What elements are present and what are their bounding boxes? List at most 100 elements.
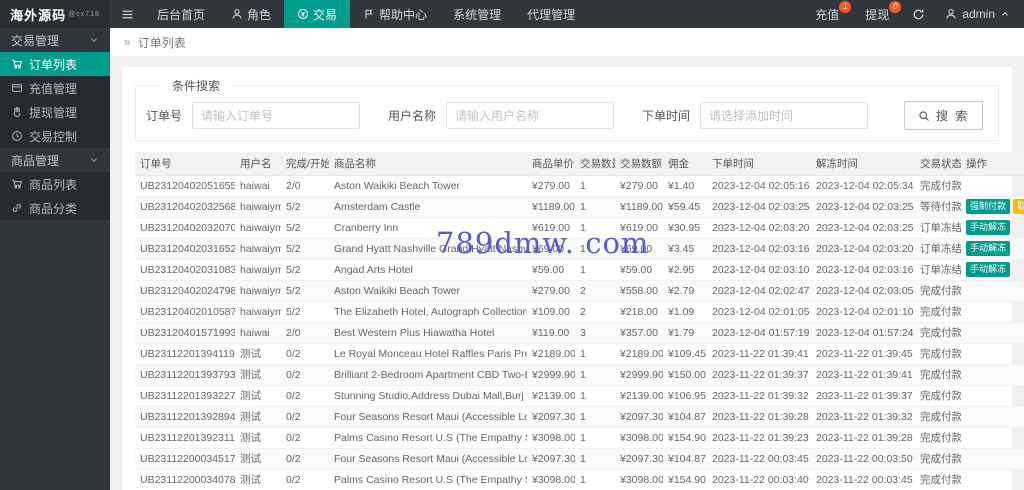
sidebar-item-product-list[interactable]: 商品列表 [0, 172, 110, 196]
cell-quantity: 1 [575, 427, 615, 449]
cell-unit-price: ¥3098.00 [527, 469, 575, 490]
order-no-input[interactable] [192, 102, 361, 129]
cell-progress: 0/2 [281, 469, 329, 490]
refresh-icon[interactable] [902, 0, 935, 28]
order-time-input[interactable] [700, 102, 869, 129]
cell-product-name: Amsterdam Castle [329, 196, 527, 218]
cell-username: haiwaiym [235, 196, 281, 218]
cell-order-no: UB2312040203165287 [135, 238, 235, 260]
cell-status: 订单冻结 [915, 259, 961, 281]
cell-status: 完成付款 [915, 427, 961, 449]
username-input[interactable] [446, 102, 615, 129]
cell-unfreeze-time: 2023-11-22 01:39:28 [811, 427, 915, 449]
cell-unit-price: ¥109.00 [527, 301, 575, 323]
cell-username: 测试 [235, 343, 281, 365]
cell-actions [961, 280, 1024, 302]
cell-commission: ¥106.95 [663, 385, 707, 407]
table-row: UB2311220139289469测试0/2Four Seasons Reso… [135, 406, 1024, 428]
recharge-label: 充值 [815, 7, 840, 22]
cell-order-time: 2023-12-04 02:03:20 [707, 217, 811, 239]
cell-username: 测试 [235, 427, 281, 449]
cell-unit-price: ¥2189.00 [527, 343, 575, 365]
flag-icon [363, 8, 375, 20]
cell-product-name: Palms Casino Resort U.S (The Empathy Sui… [329, 427, 527, 449]
cell-username: haiwaiym [235, 301, 281, 323]
cell-product-name: The Elizabeth Hotel, Autograph Collectio… [329, 301, 527, 323]
table-row: UB2312040205165520haiwai2/0Aston Waikiki… [135, 175, 1024, 197]
nav-item-home[interactable]: 后台首页 [144, 0, 218, 28]
cell-commission: ¥59.45 [663, 196, 707, 218]
cancel-order-button[interactable]: 取消订单 [1013, 198, 1024, 215]
main-content: » 订单列表 条件搜索 订单号 用户名称 下单时间 [110, 28, 1024, 490]
cell-username: haiwai [235, 175, 281, 197]
force-pay-button[interactable]: 强制付款 [966, 198, 1011, 215]
cell-progress: 5/2 [281, 217, 329, 239]
table-row: UB2311220139379307测试0/2Brilliant 2-Bedro… [135, 364, 1024, 386]
cell-amount: ¥1189.00 [615, 196, 663, 218]
cell-product-name: Brilliant 2-Bedroom Apartment CBD Two-Be… [329, 364, 527, 386]
user-menu[interactable]: admin [935, 0, 1024, 28]
cell-unfreeze-time: 2023-11-22 01:39:41 [811, 364, 915, 386]
nav-item-trade[interactable]: 交易 [284, 0, 351, 28]
cell-username: 测试 [235, 469, 281, 490]
sidebar-item-product-category[interactable]: 商品分类 [0, 196, 110, 220]
cell-progress: 5/2 [281, 259, 329, 281]
manual-unfreeze-button[interactable]: 手动解冻 [966, 240, 1011, 257]
cell-unfreeze-time: 2023-12-04 02:03:16 [811, 259, 915, 281]
cell-commission: ¥1.79 [663, 322, 707, 344]
withdraw-link[interactable]: 提现 0 [852, 0, 902, 28]
cell-amount: ¥357.00 [615, 322, 663, 344]
search-panel-legend: 条件搜索 [172, 79, 221, 93]
table-row: UB2311220139231169测试0/2Palms Casino Reso… [135, 427, 1024, 449]
person-icon [231, 8, 243, 20]
sidebar-item-transaction-control[interactable]: 交易控制 [0, 124, 110, 148]
orders-table-body: UB2312040205165520haiwai2/0Aston Waikiki… [135, 175, 1024, 490]
recharge-badge: 1 [839, 1, 852, 13]
nav-item-agent-management[interactable]: 代理管理 [514, 0, 588, 28]
sidebar-item-withdraw-management[interactable]: 提现管理 [0, 100, 110, 124]
sidebar-item-recharge-management[interactable]: 充值管理 [0, 76, 110, 100]
recharge-link[interactable]: 充值 1 [802, 0, 852, 28]
cell-commission: ¥3.45 [663, 238, 707, 260]
nav-item-roles[interactable]: 角色 [218, 0, 284, 28]
cell-order-time: 2023-12-04 02:03:25 [707, 196, 811, 218]
hamburger-menu-icon[interactable] [110, 0, 144, 28]
cell-order-time: 2023-12-04 02:03:10 [707, 259, 811, 281]
search-button[interactable]: 搜 索 [904, 101, 984, 130]
cell-order-no: UB2312040203207046 [135, 217, 235, 239]
table-row: UB2312040157199331haiwai2/0Best Western … [135, 322, 1024, 344]
nav-item-system-management[interactable]: 系统管理 [440, 0, 514, 28]
sidebar-item-order-list[interactable]: 订单列表 [0, 52, 110, 76]
table-row: UB2311220003451782测试0/2Four Seasons Reso… [135, 448, 1024, 470]
top-navigation: 后台首页 角色 交易 帮助中心 系统管理 代理管理 [144, 0, 588, 28]
cell-order-time: 2023-11-22 01:39:32 [707, 385, 811, 407]
cell-quantity: 1 [575, 175, 615, 197]
withdraw-label: 提现 [865, 7, 890, 22]
col-username: 用户名 [235, 152, 281, 176]
nav-item-label: 系统管理 [453, 7, 502, 22]
manual-unfreeze-button[interactable]: 手动解冻 [966, 219, 1011, 236]
cell-actions [961, 301, 1024, 323]
cell-unfreeze-time: 2023-12-04 01:57:24 [811, 322, 915, 344]
nav-item-help-center[interactable]: 帮助中心 [350, 0, 440, 28]
cell-amount: ¥2097.30 [615, 448, 663, 470]
cell-commission: ¥2.95 [663, 259, 707, 281]
cell-actions: 强制付款取消订单 [961, 196, 1024, 218]
cell-status: 订单冻结 [915, 217, 961, 239]
sidebar-group-product-management[interactable]: 商品管理 [0, 148, 110, 172]
col-unit-price: 商品单价 [527, 152, 575, 176]
cell-commission: ¥154.90 [663, 469, 707, 490]
cell-unit-price: ¥279.00 [527, 280, 575, 302]
manual-unfreeze-button[interactable]: 手动解冻 [966, 261, 1011, 278]
cell-quantity: 3 [575, 322, 615, 344]
cell-amount: ¥218.00 [615, 301, 663, 323]
cell-quantity: 1 [575, 238, 615, 260]
col-unfreeze-time: 解冻时间 [811, 152, 915, 176]
cell-order-time: 2023-12-04 02:03:16 [707, 238, 811, 260]
cell-order-time: 2023-11-22 00:03:40 [707, 469, 811, 490]
cell-progress: 0/2 [281, 343, 329, 365]
sidebar-group-transaction-management[interactable]: 交易管理 [0, 28, 110, 52]
cell-actions [961, 385, 1024, 407]
cell-quantity: 1 [575, 469, 615, 490]
cell-quantity: 1 [575, 364, 615, 386]
